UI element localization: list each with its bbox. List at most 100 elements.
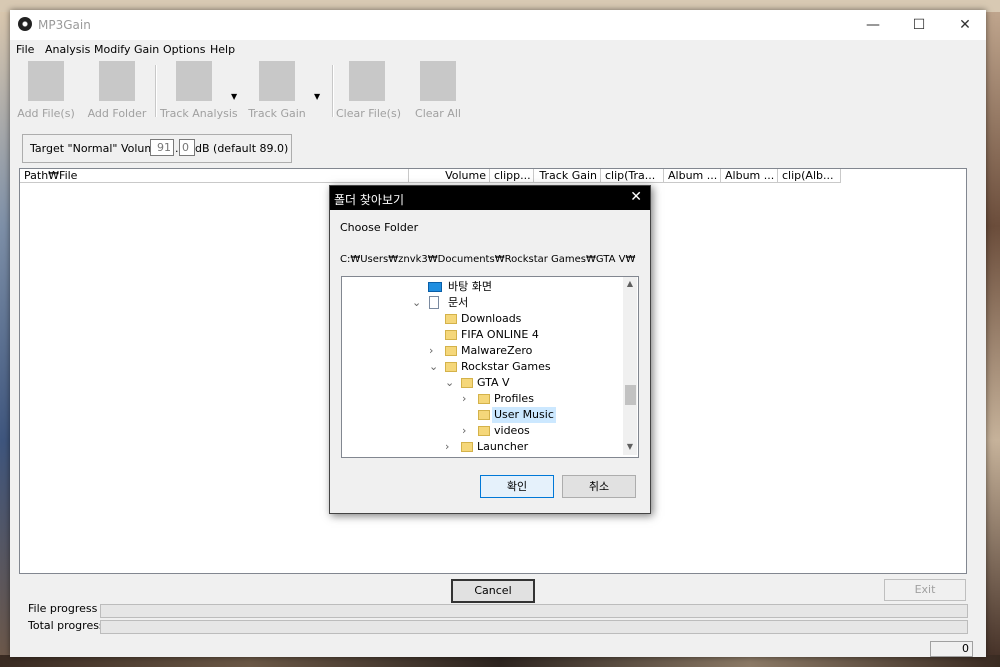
column-header-volume[interactable]: Volume — [409, 169, 490, 183]
dialog-title-bar[interactable]: 폴더 찾아보기 ✕ — [330, 186, 650, 210]
menu-analysis[interactable]: Analysis — [45, 43, 90, 56]
desktop-edge-right — [986, 12, 1000, 655]
scroll-thumb[interactable] — [625, 385, 636, 405]
menu-options[interactable]: Options — [163, 43, 205, 56]
column-header-album-volume[interactable]: Album ... — [664, 169, 721, 183]
scroll-up-icon[interactable]: ▲ — [623, 279, 637, 288]
file-progress-label: File progress — [28, 602, 98, 615]
expand-chevron-icon[interactable]: › — [429, 343, 439, 359]
status-file-count: 0 — [930, 641, 973, 657]
toolbar-separator — [155, 65, 157, 117]
expand-chevron-icon[interactable]: › — [462, 423, 472, 439]
add-files-label: Add File(s) — [17, 107, 75, 120]
folder-icon — [478, 426, 490, 436]
expand-chevron-icon[interactable]: › — [445, 439, 455, 455]
tree-item-label: Launcher — [477, 440, 529, 453]
folder-icon — [461, 442, 473, 452]
clear-all-button[interactable]: Clear All — [410, 61, 466, 123]
dialog-title: 폴더 찾아보기 — [334, 193, 405, 207]
toolbar-separator — [332, 65, 334, 117]
column-header-track-gain[interactable]: Track Gain — [534, 169, 601, 183]
folder-icon — [445, 314, 457, 324]
folder-tree[interactable]: 바탕 화면 ⌄ 문서 Downloads FIFA ONLINE 4 › Mal… — [341, 276, 639, 458]
tree-item-label: FIFA ONLINE 4 — [461, 328, 539, 341]
desktop-edge-left — [0, 12, 10, 655]
tree-item-label: Rockstar Games — [461, 360, 551, 373]
dialog-close-button[interactable]: ✕ — [630, 189, 642, 205]
folder-icon — [478, 410, 490, 420]
folder-icon — [461, 378, 473, 388]
tree-item-label: 문서 — [448, 296, 469, 309]
maximize-button[interactable]: ☐ — [896, 10, 942, 40]
close-button[interactable]: ✕ — [942, 10, 988, 40]
tree-scrollbar[interactable]: ▲ ▼ — [623, 277, 637, 455]
track-gain-button[interactable]: Track Gain — [248, 61, 306, 123]
folder-icon — [478, 394, 490, 404]
tree-item-label: GTA V — [477, 376, 510, 389]
file-progress-bar — [100, 604, 968, 618]
toolbar: Add File(s) Add Folder Track Analysis ▼ … — [10, 61, 986, 125]
menu-bar: File Analysis Modify Gain Options Help — [10, 40, 986, 60]
total-progress-label: Total progress — [28, 619, 105, 632]
cancel-button[interactable]: Cancel — [451, 579, 535, 603]
track-gain-dropdown-icon[interactable]: ▼ — [314, 92, 320, 101]
column-header-path[interactable]: Path₩File — [20, 169, 409, 183]
collapse-chevron-icon[interactable]: ⌄ — [412, 295, 422, 311]
add-folder-label: Add Folder — [87, 107, 147, 120]
add-file-icon — [28, 61, 64, 101]
target-volume-integer-input[interactable]: 91 — [150, 139, 174, 156]
tree-item-label: Profiles — [494, 392, 534, 405]
document-icon — [429, 296, 439, 309]
clear-file-icon — [349, 61, 385, 101]
mp3gain-app-icon — [18, 17, 32, 31]
clear-files-button[interactable]: Clear File(s) — [336, 61, 401, 123]
menu-help[interactable]: Help — [210, 43, 235, 56]
title-bar[interactable]: MP3Gain — ☐ ✕ — [10, 10, 986, 40]
column-header-clip-album[interactable]: clip(Alb... — [778, 169, 841, 183]
add-folder-button[interactable]: Add Folder — [84, 61, 150, 123]
dialog-cancel-button[interactable]: 취소 — [562, 475, 636, 498]
expand-chevron-icon[interactable]: › — [462, 391, 472, 407]
column-header-clip-track[interactable]: clip(Tra... — [601, 169, 664, 183]
minimize-button[interactable]: — — [850, 10, 896, 40]
dialog-instruction: Choose Folder — [340, 221, 419, 234]
track-analysis-label: Track Analysis — [160, 107, 238, 120]
gain-icon — [259, 61, 295, 101]
target-volume-label: Target "Normal" Volume: — [30, 142, 166, 155]
add-files-button[interactable]: Add File(s) — [16, 61, 76, 123]
tree-item-label: videos — [494, 424, 530, 437]
scroll-down-icon[interactable]: ▼ — [623, 442, 637, 451]
tree-item-label: User Music — [492, 407, 556, 423]
collapse-chevron-icon[interactable]: ⌄ — [445, 375, 455, 391]
menu-file[interactable]: File — [16, 43, 34, 56]
ok-button[interactable]: 확인 — [480, 475, 554, 498]
collapse-chevron-icon[interactable]: ⌄ — [429, 359, 439, 375]
tree-item-label: MalwareZero — [461, 344, 533, 357]
target-volume-panel: Target "Normal" Volume: 91 . 0 dB (defau… — [22, 134, 292, 163]
tree-item-label: Downloads — [461, 312, 522, 325]
column-header-clipping[interactable]: clipp... — [490, 169, 534, 183]
clear-files-label: Clear File(s) — [336, 107, 401, 120]
browse-folder-dialog: 폴더 찾아보기 ✕ Choose Folder C:₩Users₩znvk3₩D… — [329, 185, 651, 514]
exit-button[interactable]: Exit — [884, 579, 966, 601]
analysis-icon — [176, 61, 212, 101]
target-volume-suffix: dB (default 89.0) — [195, 142, 289, 155]
decimal-separator: . — [175, 142, 179, 155]
window-title: MP3Gain — [38, 18, 91, 32]
desktop-icon — [428, 282, 442, 292]
clear-all-label: Clear All — [415, 107, 461, 120]
menu-modify-gain[interactable]: Modify Gain — [94, 43, 159, 56]
track-analysis-dropdown-icon[interactable]: ▼ — [231, 92, 237, 101]
track-analysis-button[interactable]: Track Analysis — [160, 61, 238, 123]
add-folder-icon — [99, 61, 135, 101]
clear-all-icon — [420, 61, 456, 101]
track-gain-label: Track Gain — [248, 107, 306, 120]
folder-icon — [445, 346, 457, 356]
column-header-album-gain[interactable]: Album ... — [721, 169, 778, 183]
total-progress-bar — [100, 620, 968, 634]
folder-icon — [445, 362, 457, 372]
target-volume-decimal-input[interactable]: 0 — [179, 139, 195, 156]
tree-item-label: 바탕 화면 — [448, 280, 492, 293]
folder-icon — [445, 330, 457, 340]
selected-folder-path: C:₩Users₩znvk3₩Documents₩Rockstar Games₩… — [340, 254, 636, 265]
